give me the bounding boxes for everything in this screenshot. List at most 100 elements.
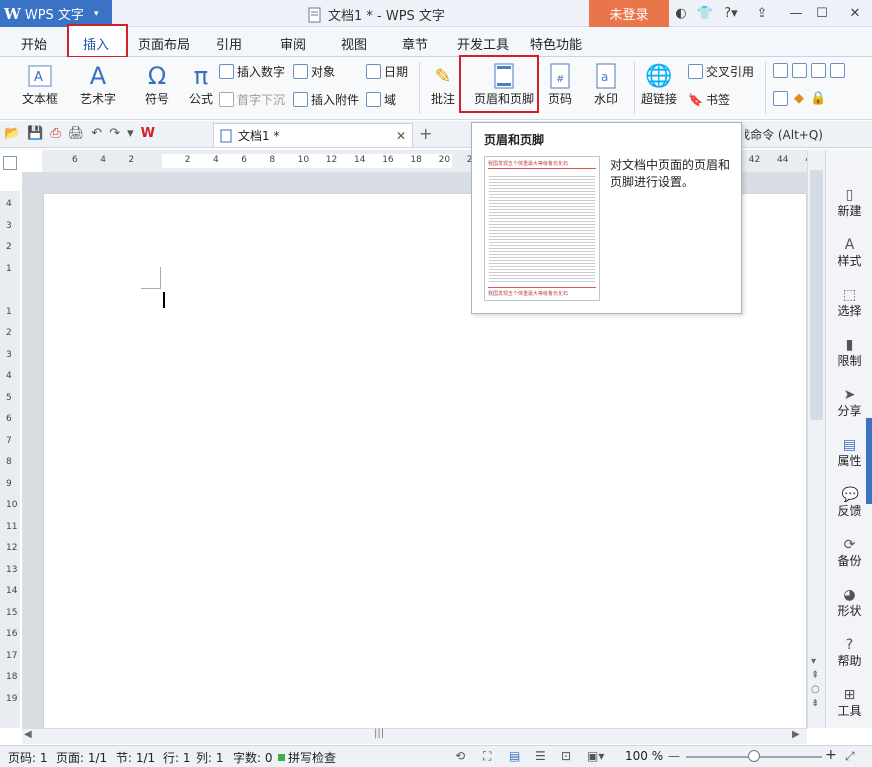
ruler-mark: 2: [184, 155, 191, 165]
drop-cap-button[interactable]: 首字下沉: [219, 91, 285, 108]
zoom-in-icon[interactable]: +: [825, 747, 837, 763]
scroll-right-icon[interactable]: ▶: [792, 729, 800, 740]
text-cursor: [163, 292, 165, 308]
app-menu-button[interactable]: W WPS 文字 ▾: [0, 0, 112, 27]
minimize-icon[interactable]: —: [786, 4, 806, 22]
page-number-button[interactable]: # 页码: [543, 62, 577, 107]
panel-share[interactable]: ➤ 分享: [826, 388, 872, 419]
form-design-icon[interactable]: [773, 91, 788, 106]
bookmark-button[interactable]: 🔖 书签: [688, 91, 730, 108]
scroll-grip-icon[interactable]: |||: [374, 728, 384, 739]
outline-view-icon[interactable]: ☰: [535, 749, 546, 763]
lock-icon[interactable]: 🔒: [810, 91, 826, 106]
page-view-icon[interactable]: ▤: [509, 749, 520, 763]
spell-check-toggle[interactable]: 拼写检查: [278, 749, 336, 766]
open-folder-icon[interactable]: 📂: [4, 126, 20, 141]
status-word-count[interactable]: 字数: 0: [233, 749, 273, 766]
ruler-toggle-icon[interactable]: [3, 156, 17, 170]
shirt-icon[interactable]: 👕: [695, 4, 715, 22]
login-button[interactable]: 未登录: [589, 0, 669, 27]
hyperlink-button[interactable]: 🌐 超链接: [641, 62, 677, 107]
checkbox-icon[interactable]: [792, 63, 807, 78]
tab-special[interactable]: 特色功能: [530, 34, 582, 53]
header-footer-button[interactable]: 页眉和页脚: [472, 62, 536, 107]
help-icon[interactable]: ?▾: [718, 4, 744, 22]
zoom-out-icon[interactable]: —: [668, 749, 680, 763]
wordart-button[interactable]: A 艺术字: [80, 62, 116, 107]
object-button[interactable]: 对象: [293, 63, 335, 80]
scroll-left-icon[interactable]: ◀: [24, 729, 32, 740]
ruler-mark: 10: [297, 155, 310, 165]
tab-insert[interactable]: 插入: [83, 34, 109, 53]
tooltip-preview: 我国发现五个体重最大等级鲁氏化石 我国发现五个体重最大等级鲁氏化石: [484, 156, 600, 301]
insert-attachment-button[interactable]: 插入附件: [293, 91, 359, 108]
image-icon[interactable]: [830, 63, 845, 78]
history-icon[interactable]: ⟲: [455, 749, 465, 763]
close-tab-icon[interactable]: ✕: [396, 129, 406, 143]
ribbon-separator: [419, 62, 420, 114]
symbol-button[interactable]: Ω 符号: [140, 62, 174, 107]
document-tab[interactable]: 文档1 * ✕: [213, 123, 413, 147]
attachment-icon: [293, 92, 308, 107]
select-icon: ⬚: [842, 287, 857, 303]
listbox-icon[interactable]: [811, 63, 826, 78]
panel-backup[interactable]: ⟳ 备份: [826, 538, 872, 569]
reading-view-icon[interactable]: ▣▾: [587, 749, 604, 763]
tab-review[interactable]: 审阅: [280, 34, 306, 53]
panel-select[interactable]: ⬚ 选择: [826, 288, 872, 319]
textbox-button[interactable]: A 文本框: [22, 62, 58, 107]
save-icon[interactable]: 💾: [27, 126, 43, 141]
upload-icon[interactable]: ⇪: [752, 4, 772, 22]
watermark-button[interactable]: a 水印: [589, 62, 623, 107]
tab-page-layout[interactable]: 页面布局: [138, 34, 190, 53]
panel-new[interactable]: ▯ 新建: [826, 188, 872, 219]
tab-developer[interactable]: 开发工具: [457, 34, 509, 53]
panel-restrict[interactable]: ▮ 限制: [826, 338, 872, 369]
redo-icon[interactable]: ↷: [109, 126, 120, 141]
header-footer-icon: [487, 62, 521, 90]
object-icon: [293, 64, 308, 79]
close-icon[interactable]: ✕: [845, 4, 865, 22]
eraser-icon[interactable]: ◆: [794, 91, 804, 106]
page-nav-icons[interactable]: ▾ ⇞ ○ ⇟: [811, 655, 820, 711]
vertical-scrollbar[interactable]: ▾ ⇞ ○ ⇟: [807, 150, 825, 728]
horizontal-scrollbar[interactable]: ◀ ||| ▶: [22, 728, 807, 744]
panel-tools[interactable]: ⊞ 工具: [826, 688, 872, 719]
field-button[interactable]: 域: [366, 91, 396, 108]
scroll-thumb[interactable]: [810, 170, 823, 420]
wps-home-icon[interactable]: W: [141, 126, 155, 141]
panel-style[interactable]: A 样式: [826, 238, 872, 269]
cross-ref-button[interactable]: 交叉引用: [688, 63, 754, 80]
tab-references[interactable]: 引用: [216, 34, 242, 53]
new-tab-icon[interactable]: +: [419, 124, 432, 143]
search-command-box[interactable]: 此查找命令 (Alt+Q): [745, 126, 823, 143]
preview-header-line: [488, 168, 596, 169]
comment-button[interactable]: ✎ 批注: [426, 62, 460, 107]
drop-cap-icon: [219, 92, 234, 107]
tab-section[interactable]: 章节: [402, 34, 428, 53]
skin-icon[interactable]: ◐: [671, 4, 691, 22]
date-button[interactable]: 日期: [366, 63, 408, 80]
zoom-slider-thumb[interactable]: [748, 750, 760, 762]
print-icon[interactable]: 🖨: [68, 126, 85, 141]
textfield-icon[interactable]: [773, 63, 788, 78]
tab-view[interactable]: 视图: [341, 34, 367, 53]
svg-text:#: #: [556, 74, 564, 85]
formula-button[interactable]: π 公式: [184, 62, 218, 107]
fit-window-icon[interactable]: ⤢: [845, 749, 855, 764]
tab-home[interactable]: 开始: [21, 34, 47, 53]
panel-collapse-handle[interactable]: [866, 418, 872, 504]
watermark-icon: a: [589, 62, 623, 90]
ribbon-separator: [765, 62, 766, 114]
pdf-icon[interactable]: ⎙: [50, 126, 60, 141]
fullscreen-icon[interactable]: ⛶: [483, 749, 491, 764]
more-chevron-icon[interactable]: ▾: [127, 126, 134, 141]
web-view-icon[interactable]: ⊡: [561, 749, 571, 763]
undo-icon[interactable]: ↶: [91, 126, 102, 141]
maximize-icon[interactable]: ☐: [812, 4, 832, 22]
insert-number-button[interactable]: 插入数字: [219, 63, 285, 80]
panel-help[interactable]: ? 帮助: [826, 638, 872, 669]
ribbon-separator: [634, 62, 635, 114]
ruler-mark: 4: [6, 371, 12, 381]
panel-shapes[interactable]: ◕ 形状: [826, 588, 872, 619]
